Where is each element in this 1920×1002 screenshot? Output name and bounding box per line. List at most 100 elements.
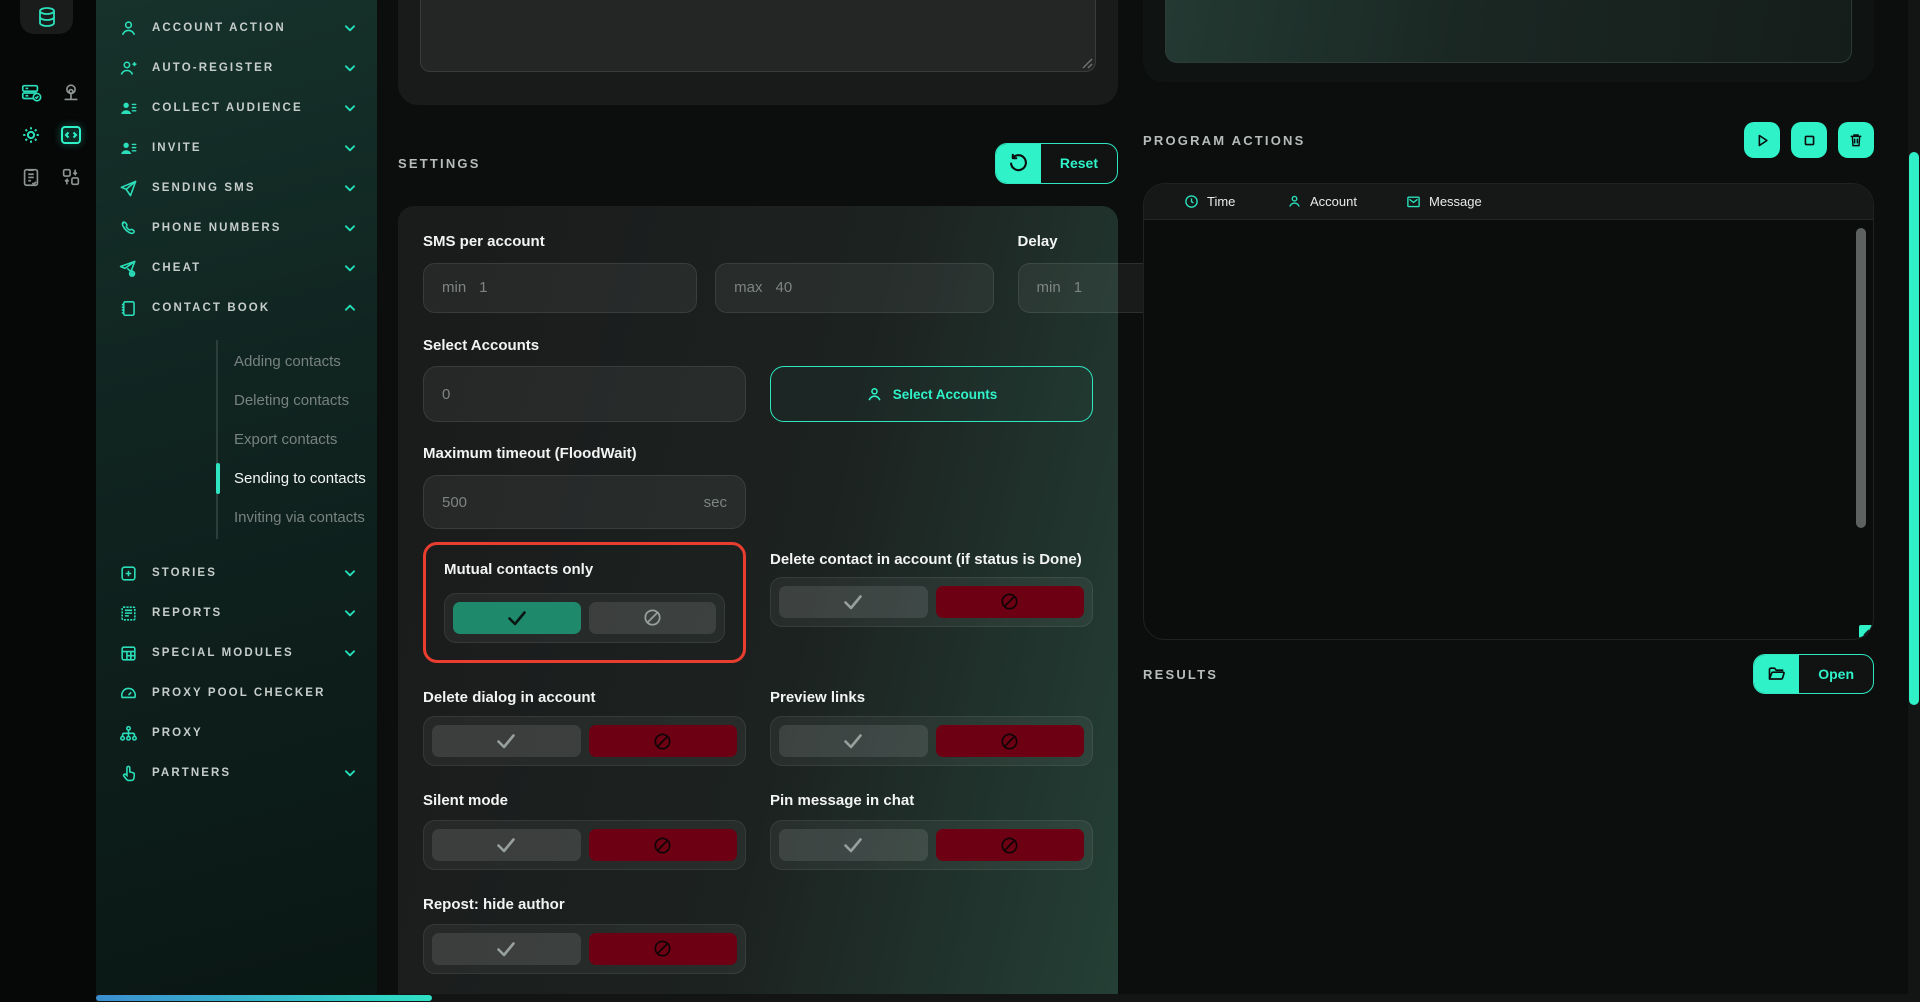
sidebar-item-auto-register[interactable]: AUTO-REGISTER (96, 50, 377, 86)
sms-per-account-group: SMS per account min max (423, 233, 994, 313)
sidebar-item-cheat[interactable]: CHEAT (96, 250, 377, 286)
submenu-item-inviting-via-contacts[interactable]: Inviting via contacts (218, 498, 377, 537)
delete-button[interactable] (1838, 122, 1874, 158)
sidebar-item-sending-sms[interactable]: SENDING SMS (96, 170, 377, 206)
sidebar-item-partners[interactable]: PARTNERS (96, 755, 377, 791)
toggle-yes-button[interactable] (779, 586, 928, 618)
sidebar-item-proxy[interactable]: PROXY (96, 715, 377, 751)
sms-max-input[interactable]: max (715, 263, 993, 313)
report-icon (118, 603, 138, 623)
folder-icon (1754, 655, 1799, 693)
delete-contact-toggle (770, 577, 1093, 627)
toggle-no-button[interactable] (589, 829, 738, 861)
sidebar-item-label: PHONE NUMBERS (152, 222, 329, 234)
contact-book-submenu: Adding contacts Deleting contacts Export… (216, 340, 377, 539)
swap-button[interactable] (58, 164, 84, 190)
table-resize-handle[interactable] (1859, 625, 1872, 638)
selected-accounts-count-input[interactable] (423, 366, 746, 422)
toggle-yes-button[interactable] (453, 602, 581, 634)
column-header-time: Time (1184, 194, 1287, 209)
clipboard-check-icon (20, 166, 42, 188)
check-icon (494, 729, 518, 753)
toggle-yes-button[interactable] (779, 829, 928, 861)
page-vertical-scrollbar[interactable] (1908, 0, 1920, 1002)
main-content: SETTINGS Reset SMS per account min (377, 0, 1920, 1002)
mutual-contacts-highlight-box: Mutual contacts only (423, 542, 746, 663)
sidebar-item-phone-numbers[interactable]: PHONE NUMBERS (96, 210, 377, 246)
preview-links-label: Preview links (770, 689, 1093, 707)
page-horizontal-scrollbar[interactable] (96, 994, 1908, 1002)
account-network-button[interactable] (58, 80, 84, 106)
sidebar-item-collect-audience[interactable]: COLLECT AUDIENCE (96, 90, 377, 126)
person-list-icon (118, 138, 138, 158)
message-textarea[interactable] (420, 0, 1096, 72)
sidebar-item-proxy-pool-checker[interactable]: PROXY POOL CHECKER (96, 675, 377, 711)
code-window-button[interactable] (58, 122, 84, 148)
program-actions-title: PROGRAM ACTIONS (1143, 133, 1306, 148)
column-label: Account (1310, 194, 1357, 209)
table-grid-icon (118, 643, 138, 663)
chevron-down-icon (343, 221, 357, 235)
reset-button[interactable]: Reset (995, 143, 1118, 184)
toggle-yes-button[interactable] (432, 829, 581, 861)
settings-panel: SMS per account min max (398, 206, 1118, 1002)
submenu-item-export-contacts[interactable]: Export contacts (218, 420, 377, 459)
toggle-yes-button[interactable] (779, 725, 928, 757)
chevron-down-icon (343, 21, 357, 35)
page-vertical-scrollbar-thumb[interactable] (1909, 152, 1919, 705)
chevron-down-icon (343, 61, 357, 75)
toggle-no-button[interactable] (589, 602, 717, 634)
submenu-item-adding-contacts[interactable]: Adding contacts (218, 342, 377, 381)
sidebar-item-account-action[interactable]: ACCOUNT ACTION (96, 10, 377, 46)
database-rail-button[interactable] (20, 0, 73, 34)
stop-button[interactable] (1791, 122, 1827, 158)
submenu-item-sending-to-contacts[interactable]: Sending to contacts (218, 459, 377, 498)
toggle-yes-button[interactable] (432, 725, 581, 757)
sidebar-item-stories[interactable]: STORIES (96, 555, 377, 591)
textarea-resize-handle[interactable] (1082, 58, 1093, 69)
timeout-field[interactable] (442, 494, 691, 511)
delete-contact-label: Delete contact in account (if status is … (770, 551, 1093, 569)
secondary-textarea[interactable] (1165, 0, 1852, 63)
table-scrollbar-thumb[interactable] (1856, 228, 1866, 528)
repost-hide-author-group: Repost: hide author (423, 896, 746, 974)
play-icon (1755, 133, 1770, 148)
toggle-no-button[interactable] (936, 829, 1085, 861)
open-results-button[interactable]: Open (1753, 654, 1874, 694)
toggle-no-button[interactable] (936, 725, 1085, 757)
chevron-down-icon (343, 566, 357, 580)
toggle-yes-button[interactable] (432, 933, 581, 965)
select-accounts-button[interactable]: Select Accounts (770, 366, 1093, 422)
submenu-item-deleting-contacts[interactable]: Deleting contacts (218, 381, 377, 420)
prohibited-icon (652, 938, 673, 959)
stop-icon (1802, 133, 1817, 148)
selected-accounts-count-field[interactable] (442, 386, 727, 403)
page-horizontal-scrollbar-thumb[interactable] (96, 995, 432, 1001)
timeout-input[interactable]: sec (423, 475, 746, 529)
sidebar-item-special-modules[interactable]: SPECIAL MODULES (96, 635, 377, 671)
toggle-no-button[interactable] (936, 586, 1085, 618)
settings-column: SETTINGS Reset SMS per account min (398, 0, 1118, 1002)
sidebar-item-contact-book[interactable]: CONTACT BOOK (96, 290, 377, 326)
sms-max-field[interactable] (776, 279, 975, 296)
reset-button-label: Reset (1041, 144, 1117, 183)
settings-gear-button[interactable] (18, 122, 44, 148)
sms-min-input[interactable]: min (423, 263, 697, 313)
prohibited-icon (999, 835, 1020, 856)
repost-hide-author-toggle (423, 924, 746, 974)
sms-min-field[interactable] (479, 279, 678, 296)
toggle-no-button[interactable] (589, 933, 738, 965)
sidebar-item-invite[interactable]: INVITE (96, 130, 377, 166)
timeout-unit: sec (704, 494, 727, 511)
sidebar-item-label: SENDING SMS (152, 182, 329, 194)
play-button[interactable] (1744, 122, 1780, 158)
toggle-no-button[interactable] (589, 725, 738, 757)
clipboard-check-button[interactable] (18, 164, 44, 190)
program-actions-column: PROGRAM ACTIONS T (1143, 0, 1874, 1002)
icon-rail (0, 0, 96, 1002)
chevron-down-icon (343, 261, 357, 275)
prohibited-icon (642, 607, 663, 628)
column-label: Time (1207, 194, 1235, 209)
server-check-button[interactable] (18, 80, 44, 106)
sidebar-item-reports[interactable]: REPORTS (96, 595, 377, 631)
